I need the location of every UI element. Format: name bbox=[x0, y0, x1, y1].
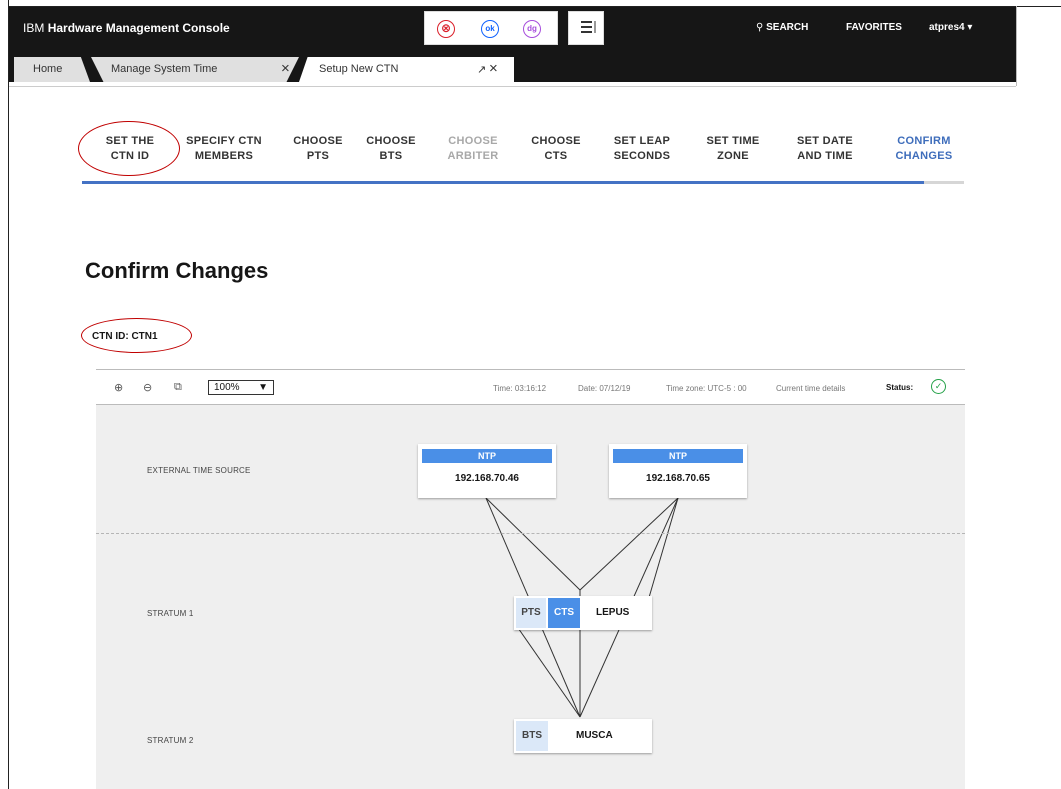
tab-divider bbox=[9, 86, 1016, 87]
task-list-button[interactable] bbox=[568, 11, 604, 45]
tab-home[interactable]: Home bbox=[14, 57, 90, 82]
step-set-leap-seconds[interactable]: SET LEAP SECONDS bbox=[602, 134, 682, 164]
close-icon[interactable]: × bbox=[281, 60, 290, 77]
ntp-node-1[interactable]: NTP 192.168.70.46 bbox=[418, 444, 556, 498]
error-status-icon[interactable]: ⊗ bbox=[437, 20, 455, 38]
menu-line-icon bbox=[581, 26, 592, 28]
role-badge-bts: BTS bbox=[516, 721, 548, 751]
system-node-musca[interactable]: BTS MUSCA bbox=[514, 719, 652, 753]
top-header: IBM Hardware Management Console ⊗ ok dg … bbox=[9, 7, 1016, 49]
step-choose-cts[interactable]: CHOOSE CTS bbox=[526, 134, 586, 164]
ntp-label: NTP bbox=[613, 449, 743, 463]
annotation-oval-ctn-id-step bbox=[78, 121, 180, 176]
step-set-date-and-time[interactable]: SET DATE AND TIME bbox=[786, 134, 864, 164]
search-button[interactable]: ⚲ SEARCH bbox=[756, 22, 808, 33]
system-name: LEPUS bbox=[596, 607, 630, 618]
level-label-stratum1: STRATUM 1 bbox=[147, 609, 194, 618]
window-frame-left bbox=[8, 0, 9, 789]
ntp-node-2[interactable]: NTP 192.168.70.65 bbox=[609, 444, 747, 498]
status-toolbar: ⊗ ok dg bbox=[424, 11, 558, 45]
topology-panel: ⊕ ⊖ ⧉ 100% ▼ Time: 03:16:12 Date: 07/12/… bbox=[96, 369, 965, 789]
degraded-status-icon[interactable]: dg bbox=[523, 20, 541, 38]
app-title: IBM Hardware Management Console bbox=[23, 21, 230, 35]
chevron-down-icon: ▾ bbox=[967, 22, 973, 33]
ntp-ip: 192.168.70.46 bbox=[455, 473, 519, 484]
step-choose-arbiter: CHOOSE ARBITER bbox=[447, 135, 499, 162]
ntp-ip: 192.168.70.65 bbox=[646, 473, 710, 484]
favorites-button[interactable]: FAVORITES bbox=[846, 22, 902, 33]
step-specify-ctn-members[interactable]: SPECIFY CTN MEMBERS bbox=[176, 134, 272, 164]
level-label-external: EXTERNAL TIME SOURCE bbox=[147, 466, 251, 475]
role-badge-pts: PTS bbox=[516, 598, 546, 628]
wizard-progress-fill bbox=[82, 181, 924, 184]
menu-line-icon bbox=[581, 31, 592, 33]
menu-line-icon bbox=[581, 21, 592, 23]
search-icon: ⚲ bbox=[756, 22, 764, 33]
system-name: MUSCA bbox=[576, 730, 613, 741]
annotation-oval-ctn-id bbox=[81, 318, 192, 353]
role-badge-cts: CTS bbox=[548, 598, 580, 628]
level-separator bbox=[96, 533, 965, 534]
user-menu[interactable]: atpres4 ▾ bbox=[929, 22, 972, 33]
step-choose-pts[interactable]: CHOOSE PTS bbox=[288, 134, 348, 164]
close-icon[interactable]: × bbox=[489, 60, 498, 77]
step-set-time-zone[interactable]: SET TIME ZONE bbox=[697, 134, 769, 164]
system-node-lepus[interactable]: PTS CTS LEPUS bbox=[514, 596, 652, 630]
menu-bar-icon bbox=[594, 21, 596, 33]
tab-strip: Home Manage System Time × Setup New CTN … bbox=[9, 49, 1016, 82]
tab-manage-system-time[interactable]: Manage System Time × bbox=[91, 57, 299, 82]
ntp-label: NTP bbox=[422, 449, 552, 463]
popout-icon[interactable]: ↗ bbox=[477, 63, 486, 76]
step-confirm-changes[interactable]: CONFIRM CHANGES bbox=[884, 134, 964, 164]
tab-setup-new-ctn[interactable]: Setup New CTN ↗ × bbox=[299, 57, 514, 82]
ok-status-icon[interactable]: ok bbox=[481, 20, 499, 38]
page-title: Confirm Changes bbox=[85, 258, 269, 283]
level-label-stratum2: STRATUM 2 bbox=[147, 736, 194, 745]
window-frame-right bbox=[1016, 6, 1017, 86]
step-choose-bts[interactable]: CHOOSE BTS bbox=[361, 134, 421, 164]
